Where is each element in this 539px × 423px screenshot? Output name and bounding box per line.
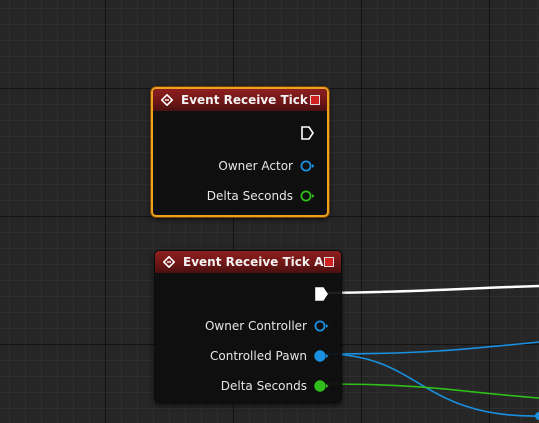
pin-row-delta-seconds: Delta Seconds [153,187,327,205]
node-header[interactable]: Event Receive Tick AI [155,251,341,273]
event-diamond-icon [163,256,175,268]
float-pin-icon[interactable] [299,189,315,203]
object-pin-icon[interactable] [313,349,329,363]
controlled-pawn-wire[interactable] [324,341,539,355]
pin-label: Owner Controller [204,319,307,333]
event-receive-tick-node[interactable]: Event Receive Tick Owner Actor Delta Sec… [151,87,329,217]
exec-output-pin-icon[interactable] [299,126,315,140]
node-title: Event Receive Tick AI [183,255,328,269]
node-title: Event Receive Tick [181,93,308,107]
delegate-pin-icon[interactable] [310,95,320,105]
node-header[interactable]: Event Receive Tick [153,89,327,111]
pin-row-owner-actor: Owner Actor [153,157,327,175]
delegate-pin-icon[interactable] [324,257,334,267]
exec-wire[interactable] [326,284,539,295]
pin-label: Delta Seconds [206,189,293,203]
offscreen-pin [535,412,539,420]
exec-output-pin-icon[interactable] [313,287,329,301]
pin-row-owner-controller: Owner Controller [155,317,341,335]
blueprint-graph-canvas[interactable]: Event Receive Tick Owner Actor Delta Sec… [0,0,539,423]
object-pin-icon[interactable] [313,319,329,333]
object-pin-icon[interactable] [299,159,315,173]
pin-row-delta-seconds: Delta Seconds [155,377,341,395]
event-receive-tick-ai-node[interactable]: Event Receive Tick AI Owner Controller C… [154,250,342,403]
pin-label: Owner Actor [218,159,293,173]
pin-row-controlled-pawn: Controlled Pawn [155,347,341,365]
pin-label: Delta Seconds [220,379,307,393]
pin-label: Controlled Pawn [210,349,307,363]
float-pin-icon[interactable] [313,379,329,393]
event-diamond-icon [161,94,173,106]
